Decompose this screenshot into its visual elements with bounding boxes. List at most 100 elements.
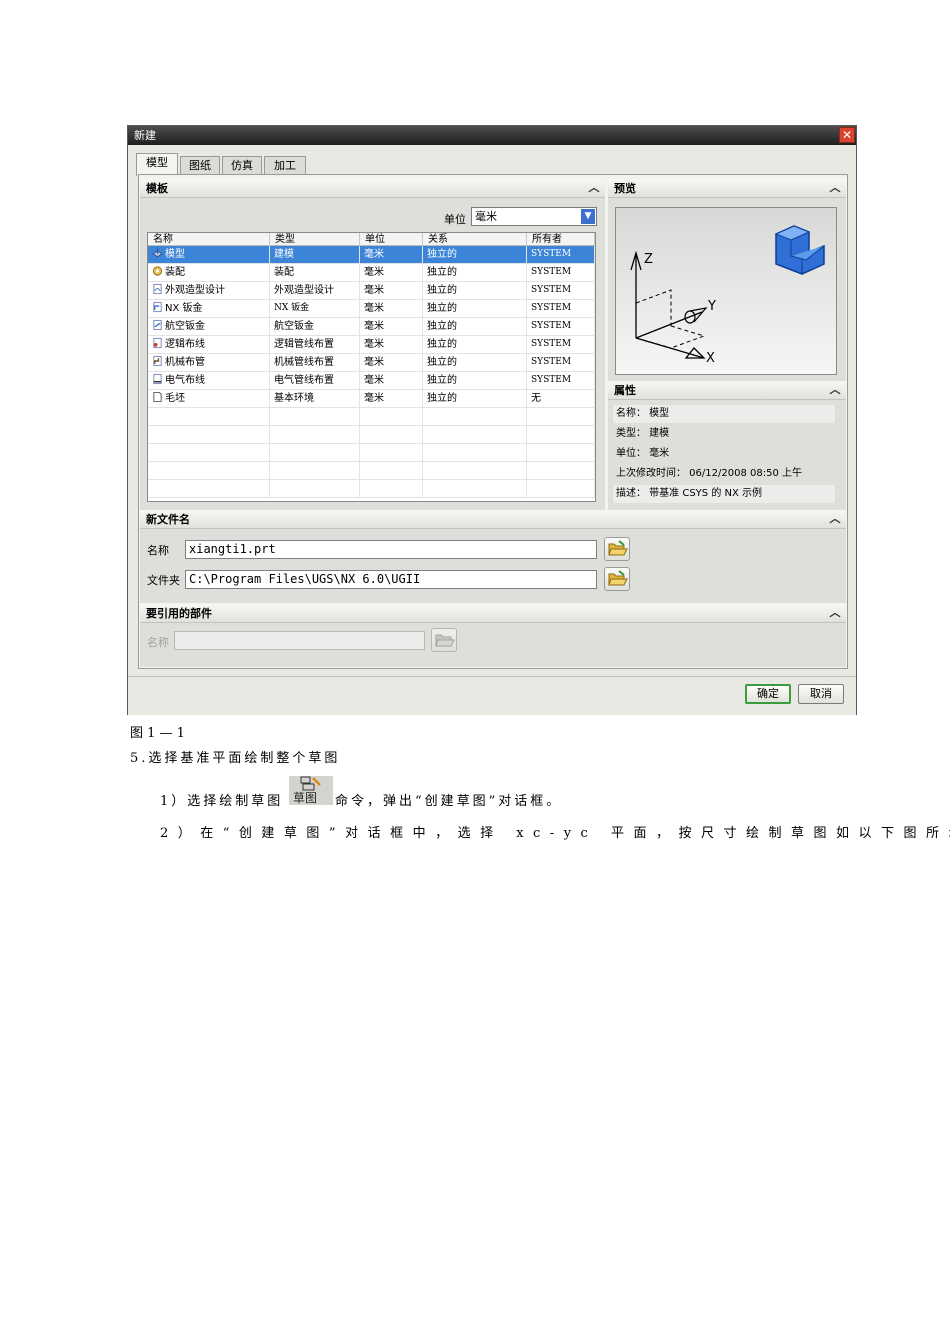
step-1-text-start: 1）选择绘制草图	[160, 794, 284, 809]
row-unit: 毫米	[360, 318, 423, 336]
part-cube-icon	[774, 225, 825, 275]
sheet-metal-icon	[153, 301, 162, 313]
browse-file-button[interactable]	[604, 537, 630, 561]
tab-drawing[interactable]: 图纸	[180, 156, 220, 175]
empty-row	[148, 480, 595, 498]
browse-folder-button[interactable]	[604, 567, 630, 591]
dialog-titlebar[interactable]: 新建 ✕	[128, 126, 856, 145]
empty-row	[148, 426, 595, 444]
folder-open-icon	[608, 570, 628, 586]
filename-label: 名称	[147, 544, 169, 557]
table-row[interactable]: 装配 装配 毫米 独立的 SYSTEM	[148, 264, 595, 282]
preview-section-body: Z X Y	[608, 198, 846, 381]
row-owner: SYSTEM	[527, 354, 595, 372]
row-name: 电气布线	[165, 375, 205, 386]
new-filename-section-title: 新文件名	[146, 513, 190, 526]
tab-model[interactable]: 模型	[136, 153, 178, 176]
row-type: 外观造型设计	[270, 282, 360, 300]
empty-row	[148, 444, 595, 462]
referenced-part-section-title: 要引用的部件	[146, 607, 212, 620]
row-unit: 毫米	[360, 264, 423, 282]
row-type: 基本环境	[270, 390, 360, 408]
mechanical-routing-icon	[153, 355, 162, 367]
row-owner: SYSTEM	[527, 372, 595, 390]
filename-input[interactable]: xiangti1.prt	[185, 540, 597, 559]
blank-document-icon	[153, 391, 162, 403]
row-type: NX 钣金	[270, 300, 360, 318]
unit-select[interactable]: 毫米 ▼	[471, 207, 597, 226]
assembly-icon	[152, 266, 163, 276]
model-icon	[152, 248, 163, 258]
row-relation: 独立的	[423, 246, 527, 264]
row-owner: 无	[527, 390, 595, 408]
unit-label: 单位	[444, 213, 466, 226]
new-filename-section-body: 名称 xiangti1.prt 文件夹 C:\Program Files\UGS…	[140, 529, 846, 603]
referenced-name-label: 名称	[147, 636, 169, 649]
collapse-icon[interactable]: ︿	[828, 605, 842, 621]
tab-manufacturing[interactable]: 加工	[264, 156, 306, 175]
step-2-text: 2）在“创建草图”对话框中，选择 xc-yc 平面，按尺寸绘制草图如以下图所示，	[160, 826, 950, 841]
row-name: 逻辑布线	[165, 339, 205, 350]
column-header-relation[interactable]: 关系	[423, 233, 527, 246]
folder-label: 文件夹	[147, 574, 180, 587]
column-header-unit[interactable]: 单位	[360, 233, 423, 246]
property-name: 名称： 模型	[613, 405, 835, 423]
properties-section-title: 属性	[614, 384, 636, 397]
column-header-type[interactable]: 类型	[270, 233, 360, 246]
table-row[interactable]: 电气布线 电气管线布置 毫米 独立的 SYSTEM	[148, 372, 595, 390]
collapse-icon[interactable]: ︿	[587, 180, 601, 196]
sketch-icon-label: 草图	[293, 791, 318, 805]
sketch-command-icon: 草图	[289, 776, 333, 805]
row-owner: SYSTEM	[527, 282, 595, 300]
referenced-part-section-header[interactable]: 要引用的部件 ︿	[140, 604, 846, 623]
chevron-down-icon[interactable]: ▼	[581, 209, 595, 224]
row-name: 毛坯	[165, 393, 185, 404]
table-row[interactable]: 航空钣金 航空钣金 毫米 独立的 SYSTEM	[148, 318, 595, 336]
browse-referenced-button[interactable]	[431, 628, 457, 652]
row-name: 航空钣金	[165, 321, 205, 332]
electrical-routing-icon	[153, 373, 162, 385]
row-owner: SYSTEM	[527, 300, 595, 318]
preview-section-header[interactable]: 预览 ︿	[608, 179, 846, 198]
folder-input[interactable]: C:\Program Files\UGS\NX 6.0\UGII	[185, 570, 597, 589]
row-relation: 独立的	[423, 300, 527, 318]
empty-row	[148, 462, 595, 480]
table-row[interactable]: 毛坯 基本环境 毫米 独立的 无	[148, 390, 595, 408]
new-filename-section-header[interactable]: 新文件名 ︿	[140, 510, 846, 529]
collapse-icon[interactable]: ︿	[828, 180, 842, 196]
table-row[interactable]: 机械布管 机械管线布置 毫米 独立的 SYSTEM	[148, 354, 595, 372]
row-name: 模型	[165, 249, 185, 260]
dialog-button-bar: 确定 取消	[128, 676, 856, 715]
table-row[interactable]: NX 钣金 NX 钣金 毫米 独立的 SYSTEM	[148, 300, 595, 318]
collapse-icon[interactable]: ︿	[828, 511, 842, 527]
property-last-modified: 上次修改时间： 06/12/2008 08:50 上午	[616, 468, 802, 479]
axis-y-label: Y	[707, 299, 716, 314]
column-header-name[interactable]: 名称	[148, 233, 270, 246]
row-owner: SYSTEM	[527, 318, 595, 336]
table-row[interactable]: 模型 建模 毫米 独立的 SYSTEM	[148, 246, 595, 264]
row-relation: 独立的	[423, 282, 527, 300]
referenced-name-input[interactable]	[174, 631, 425, 650]
table-row[interactable]: 逻辑布线 逻辑管线布置 毫米 独立的 SYSTEM	[148, 336, 595, 354]
unit-select-value: 毫米	[475, 210, 497, 223]
ok-button[interactable]: 确定	[745, 684, 791, 704]
template-section-header[interactable]: 模板 ︿	[140, 179, 605, 198]
close-button[interactable]: ✕	[839, 127, 855, 143]
cancel-button[interactable]: 取消	[798, 684, 844, 704]
row-type: 电气管线布置	[270, 372, 360, 390]
row-owner: SYSTEM	[527, 336, 595, 354]
table-row[interactable]: 外观造型设计 外观造型设计 毫米 独立的 SYSTEM	[148, 282, 595, 300]
referenced-part-section-body: 名称	[140, 623, 846, 667]
tab-panel: 模板 ︿ 单位 毫米 ▼ 名称 类型 单位 关系 所有者 模型 建模 毫米 独立…	[138, 174, 848, 669]
csys-preview-graphic: Z X Y	[630, 225, 825, 366]
empty-row	[148, 408, 595, 426]
row-type: 逻辑管线布置	[270, 336, 360, 354]
column-header-owner[interactable]: 所有者	[527, 233, 595, 246]
row-unit: 毫米	[360, 372, 423, 390]
row-relation: 独立的	[423, 264, 527, 282]
row-relation: 独立的	[423, 372, 527, 390]
properties-section-header[interactable]: 属性 ︿	[608, 381, 846, 400]
tab-simulation[interactable]: 仿真	[222, 156, 262, 175]
collapse-icon[interactable]: ︿	[828, 382, 842, 398]
properties-section-body: 名称： 模型 类型： 建模 单位： 毫米 上次修改时间： 06/12/2008 …	[608, 400, 846, 510]
